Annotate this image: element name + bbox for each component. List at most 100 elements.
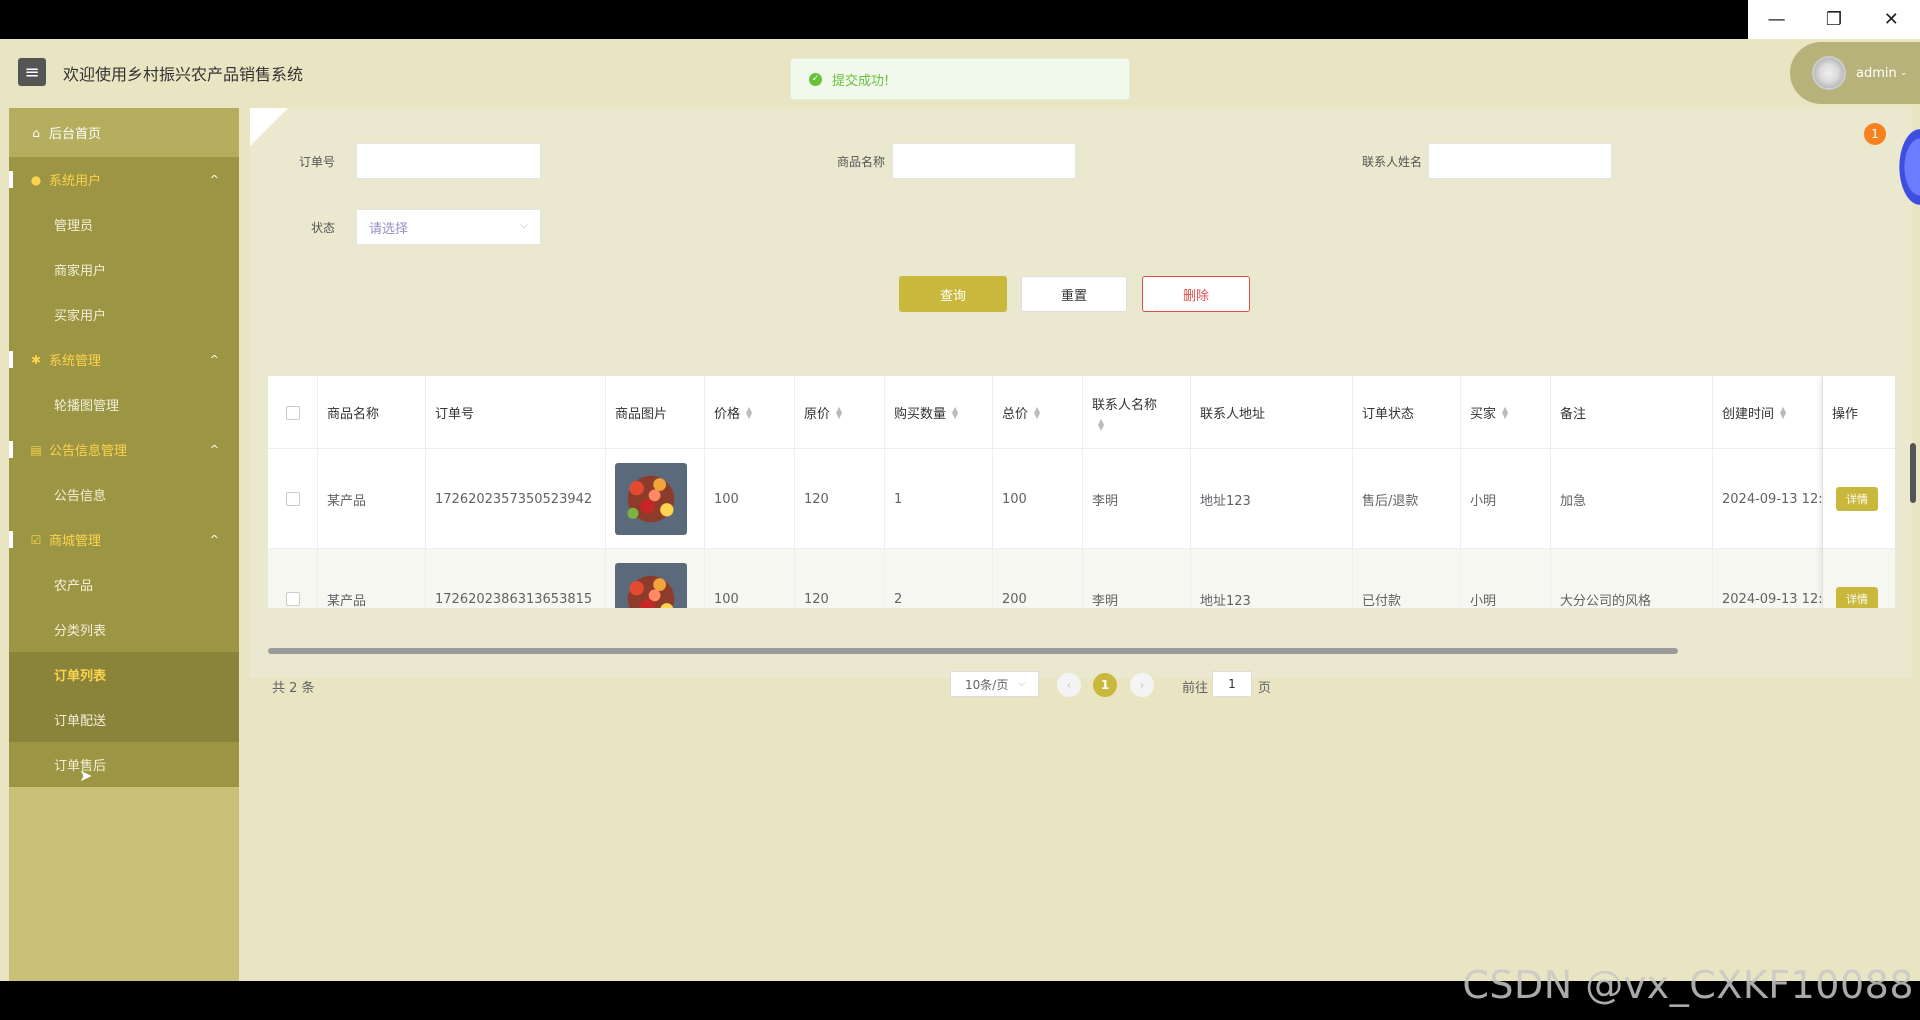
sidebar-group-system-users[interactable]: ● 系统用户 ^	[9, 157, 239, 202]
sidebar-item-merchant-users[interactable]: 商家用户	[9, 247, 239, 292]
home-icon: ⌂	[32, 125, 40, 140]
sidebar-item-label: 后台首页	[49, 127, 102, 142]
header-created-at[interactable]: 创建时间 ▲ ▼	[1713, 376, 1823, 449]
prev-page-button[interactable]: ‹	[1057, 673, 1081, 697]
cell-image	[606, 449, 705, 549]
sidebar-item-label: 订单列表	[54, 669, 107, 684]
product-thumbnail[interactable]	[615, 463, 687, 535]
document-icon: ▤	[30, 442, 42, 457]
delete-button[interactable]: 删除	[1142, 276, 1250, 312]
sidebar-group-system-management[interactable]: ✱ 系统管理 ^	[9, 337, 239, 382]
sidebar: ⌂ 后台首页 ● 系统用户 ^ 管理员 商家用户 买家用户 ✱ 系统管理 ^ 轮…	[9, 108, 239, 981]
vertical-scrollbar[interactable]	[1910, 443, 1916, 503]
sidebar-item-announcement-info[interactable]: 公告信息	[9, 472, 239, 517]
cell-remark: 加急	[1551, 449, 1713, 549]
cell-contact-address: 地址123	[1191, 449, 1353, 549]
horizontal-scrollbar[interactable]	[268, 648, 1678, 654]
header-price[interactable]: 价格 ▲ ▼	[705, 376, 795, 449]
actions-cell: 详情	[1823, 449, 1895, 549]
avatar	[1812, 56, 1846, 90]
user-icon: ●	[30, 172, 42, 187]
app-root: ≡ 欢迎使用乡村振兴农产品销售系统 ✓ 提交成功! admin ⌄ ⌂ 后台首页…	[0, 39, 1920, 981]
row-checkbox[interactable]	[285, 592, 300, 606]
header-remark: 备注	[1551, 376, 1713, 449]
window-controls: — ❐ ✕	[1748, 0, 1920, 39]
header-quantity[interactable]: 购买数量 ▲ ▼	[885, 376, 993, 449]
cell-original-price: 120	[795, 549, 885, 608]
header-buyer[interactable]: 买家 ▲ ▼	[1461, 376, 1551, 449]
page-number-current[interactable]: 1	[1093, 673, 1117, 697]
minimize-button[interactable]: —	[1748, 0, 1805, 39]
sort-icon[interactable]: ▲ ▼	[836, 405, 842, 419]
sidebar-item-buyer-users[interactable]: 买家用户	[9, 292, 239, 337]
user-menu[interactable]: admin ⌄	[1790, 42, 1920, 104]
menu-toggle-button[interactable]: ≡	[18, 58, 46, 86]
floating-assistant-widget[interactable]	[1884, 123, 1920, 233]
cell-product-name: 某产品	[318, 549, 426, 608]
header-original-price[interactable]: 原价 ▲ ▼	[795, 376, 885, 449]
sidebar-item-carousel[interactable]: 轮播图管理	[9, 382, 239, 427]
mouse-cursor-icon: ➤	[79, 766, 93, 785]
order-no-input[interactable]	[356, 143, 541, 179]
sidebar-item-label: 商家用户	[54, 264, 107, 279]
contact-name-label: 联系人姓名	[1361, 155, 1422, 169]
cell-image	[606, 549, 705, 608]
toast-message: 提交成功!	[832, 73, 890, 89]
cell-remark: 大分公司的风格	[1551, 549, 1713, 608]
sidebar-group-label: 系统用户	[49, 174, 102, 189]
header-label: 买家	[1470, 407, 1497, 422]
sidebar-item-home[interactable]: ⌂ 后台首页	[9, 108, 239, 157]
status-select[interactable]: 请选择 ⌵	[356, 209, 541, 245]
sidebar-item-order-delivery[interactable]: 订单配送	[9, 697, 239, 742]
chevron-down-icon: ⌵	[520, 220, 528, 231]
cell-contact-name: 李明	[1083, 549, 1191, 608]
chevron-down-icon: ⌄	[1899, 68, 1908, 78]
chevron-left-icon: ‹	[1066, 678, 1072, 692]
header-contact-name[interactable]: 联系人名称 ▲ ▼	[1083, 376, 1191, 449]
goto-page-input[interactable]: 1	[1212, 671, 1252, 697]
sidebar-item-admin[interactable]: 管理员	[9, 202, 239, 247]
contact-name-input[interactable]	[1428, 143, 1612, 179]
sidebar-group-mall[interactable]: ☑ 商城管理 ^	[9, 517, 239, 562]
check-circle-icon: ✓	[809, 72, 822, 86]
reset-button[interactable]: 重置	[1021, 276, 1127, 312]
next-page-button[interactable]: ›	[1130, 673, 1154, 697]
hamburger-icon: ≡	[24, 61, 40, 83]
sort-icon[interactable]: ▲ ▼	[1502, 405, 1508, 419]
sort-icon[interactable]: ▲ ▼	[1098, 418, 1104, 432]
orders-table: 商品名称 订单号 商品图片 价格 ▲ ▼ 原价 ▲ ▼ 购买数量 ▲ ▼ 总价 ▲ ▼ 联系人名…	[268, 376, 1895, 608]
header-label: 原价	[804, 407, 831, 422]
sidebar-group-announcements[interactable]: ▤ 公告信息管理 ^	[9, 427, 239, 472]
query-button[interactable]: 查询	[899, 276, 1007, 312]
sort-icon[interactable]: ▲ ▼	[746, 405, 752, 419]
close-button[interactable]: ✕	[1863, 0, 1920, 39]
status-select-value: 请选择	[369, 221, 409, 237]
product-thumbnail[interactable]	[615, 563, 687, 608]
sidebar-group-label: 系统管理	[49, 354, 102, 369]
sidebar-item-products[interactable]: 农产品	[9, 562, 239, 607]
page-size-select[interactable]: 10条/页 ⌵	[950, 671, 1039, 697]
cell-order-no: 1726202386313653815	[426, 549, 606, 608]
header-order-status: 订单状态	[1353, 376, 1461, 449]
select-all-checkbox[interactable]	[285, 405, 300, 420]
restore-button[interactable]: ❐	[1805, 0, 1862, 39]
header-label: 创建时间	[1722, 407, 1775, 422]
sidebar-item-order-list[interactable]: 订单列表	[9, 652, 239, 697]
header-total[interactable]: 总价 ▲ ▼	[993, 376, 1083, 449]
product-name-input[interactable]	[892, 143, 1076, 179]
cell-order-status: 售后/退款	[1353, 449, 1461, 549]
goto-suffix: 页	[1258, 681, 1272, 696]
chevron-up-icon: ^	[209, 533, 219, 546]
corner-decoration	[250, 108, 288, 146]
sidebar-item-order-aftersale[interactable]: 订单售后	[9, 742, 239, 787]
sort-icon[interactable]: ▲ ▼	[952, 405, 958, 419]
sort-icon[interactable]: ▲ ▼	[1780, 405, 1786, 419]
actions-cell: 详情	[1823, 549, 1895, 608]
row-checkbox[interactable]	[285, 492, 300, 506]
detail-button[interactable]: 详情	[1836, 587, 1878, 608]
detail-button[interactable]: 详情	[1836, 486, 1878, 511]
sort-icon[interactable]: ▲ ▼	[1034, 405, 1040, 419]
sidebar-item-categories[interactable]: 分类列表	[9, 607, 239, 652]
row-select-cell	[268, 449, 318, 549]
row-select-cell	[268, 549, 318, 608]
